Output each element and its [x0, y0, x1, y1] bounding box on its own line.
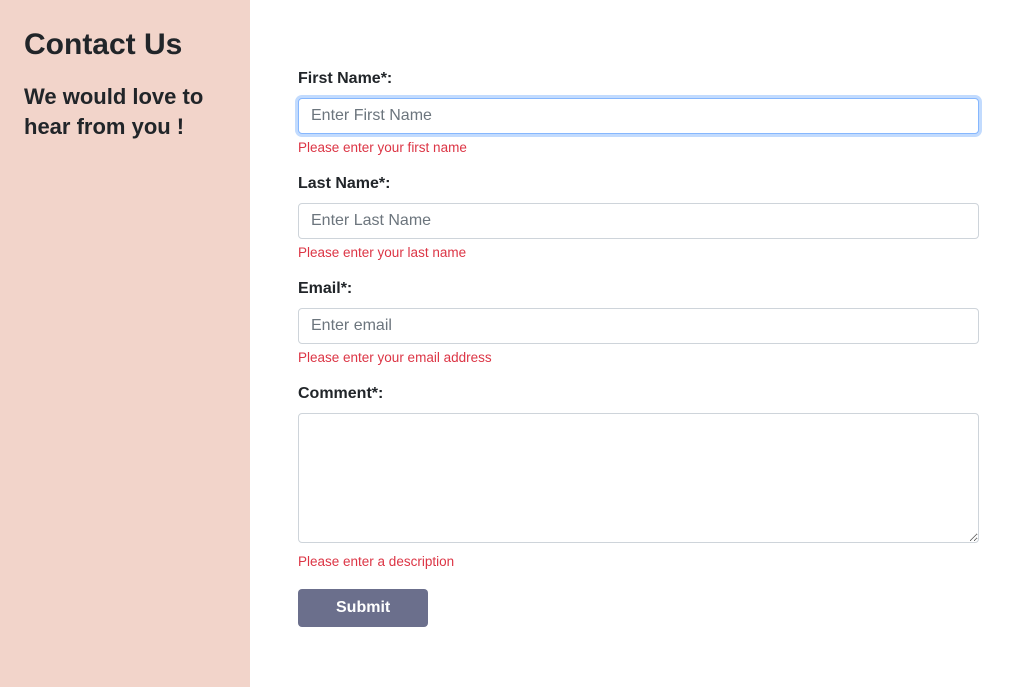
email-group: Email*: Please enter your email address	[298, 280, 979, 365]
comment-input[interactable]	[298, 413, 979, 543]
last-name-input[interactable]	[298, 203, 979, 239]
email-input[interactable]	[298, 308, 979, 344]
email-label: Email*:	[298, 280, 979, 298]
sidebar: Contact Us We would love to hear from yo…	[0, 0, 250, 687]
last-name-error: Please enter your last name	[298, 245, 979, 260]
submit-button[interactable]: Submit	[298, 589, 428, 627]
last-name-group: Last Name*: Please enter your last name	[298, 175, 979, 260]
comment-label: Comment*:	[298, 385, 979, 403]
page-title: Contact Us	[24, 28, 226, 62]
first-name-label: First Name*:	[298, 70, 979, 88]
last-name-label: Last Name*:	[298, 175, 979, 193]
comment-error: Please enter a description	[298, 554, 979, 569]
first-name-input[interactable]	[298, 98, 979, 134]
first-name-error: Please enter your first name	[298, 140, 979, 155]
comment-group: Comment*: Please enter a description	[298, 385, 979, 569]
contact-form: First Name*: Please enter your first nam…	[298, 70, 979, 627]
first-name-group: First Name*: Please enter your first nam…	[298, 70, 979, 155]
main-content: First Name*: Please enter your first nam…	[250, 0, 1027, 687]
page-subtitle: We would love to hear from you !	[24, 82, 226, 141]
email-error: Please enter your email address	[298, 350, 979, 365]
